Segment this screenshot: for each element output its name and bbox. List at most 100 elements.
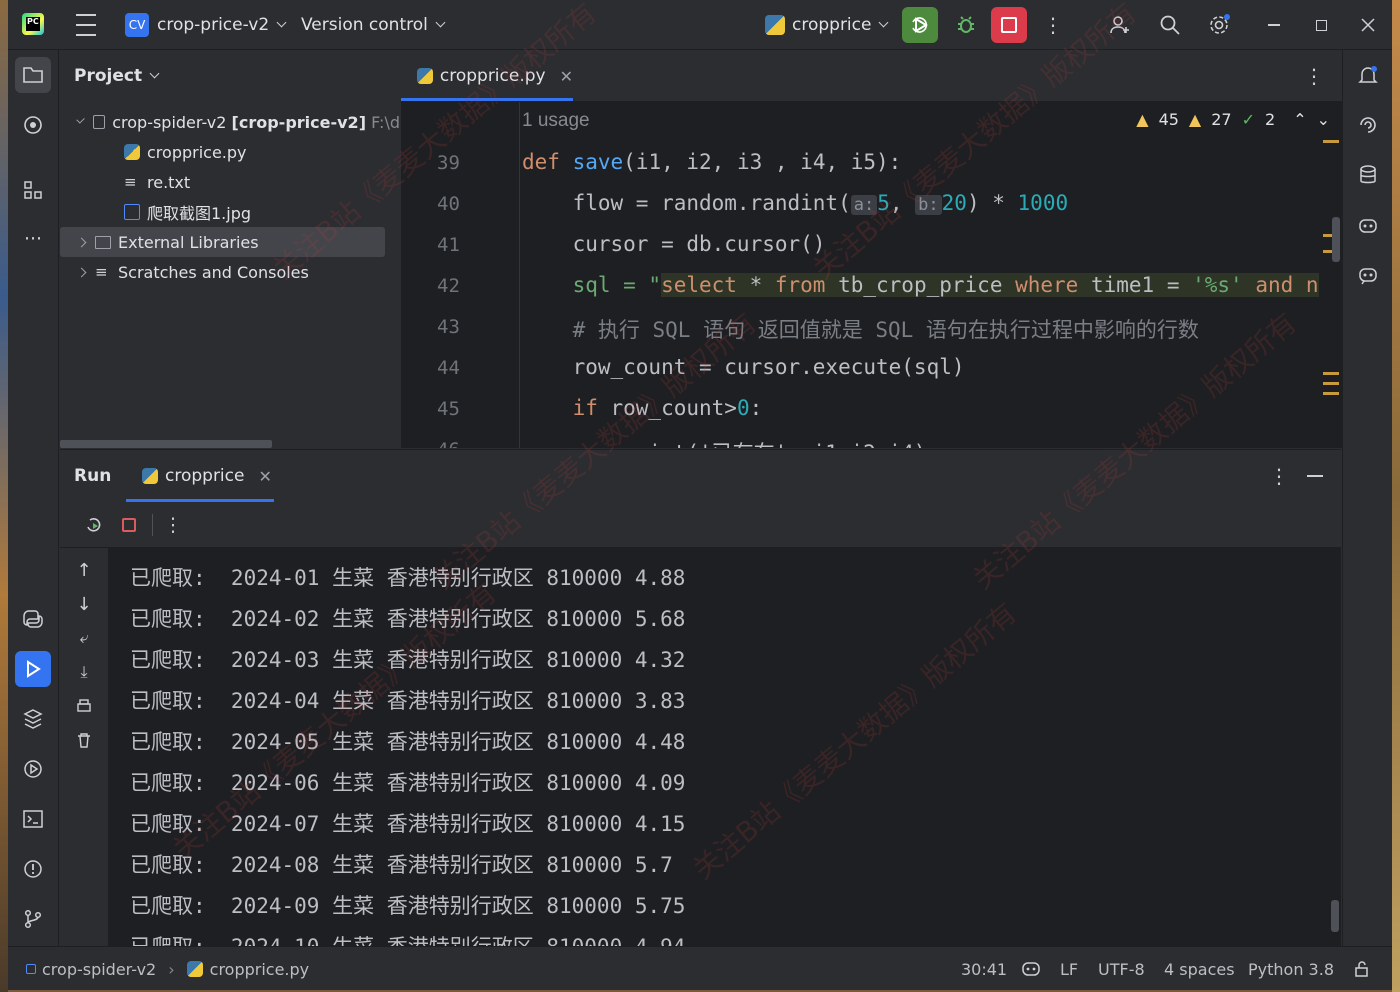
ai-chat-icon[interactable] — [1350, 107, 1386, 143]
line-number: 40 — [437, 193, 460, 215]
soft-wrap-icon[interactable]: ⤶ — [66, 620, 102, 656]
error-stripe-mark[interactable] — [1323, 392, 1339, 395]
more-actions-icon[interactable]: ⋮ — [1041, 13, 1065, 37]
search-icon[interactable] — [1158, 13, 1182, 37]
terminal-icon[interactable] — [15, 801, 51, 837]
project-tool-folder-icon[interactable] — [15, 57, 51, 93]
lock-icon[interactable] — [1353, 947, 1371, 990]
file-label: cropprice.py — [147, 142, 247, 162]
python-file-icon — [186, 961, 203, 977]
close-icon[interactable] — [1356, 13, 1380, 37]
module-icon — [26, 964, 36, 974]
horizontal-scrollbar[interactable] — [60, 440, 272, 448]
editor-more-icon[interactable]: ⋮ — [1304, 64, 1324, 88]
indent-setting[interactable]: 4 spaces — [1164, 947, 1235, 990]
breadcrumb-file[interactable]: cropprice.py — [210, 960, 310, 979]
run-tool-icon[interactable] — [15, 651, 51, 687]
line-separator[interactable]: LF — [1060, 947, 1078, 990]
run-tab-cropprice[interactable]: cropprice ✕ — [126, 450, 274, 502]
sql-keyword: and n — [1242, 273, 1319, 297]
close-run-tab-icon[interactable]: ✕ — [258, 467, 271, 486]
database-icon[interactable] — [1350, 157, 1386, 193]
tree-file-cropprice[interactable]: cropprice.py — [60, 137, 400, 167]
console-scrollbar[interactable] — [1331, 900, 1339, 932]
structure-icon[interactable] — [15, 172, 51, 208]
copilot-status-icon[interactable] — [1021, 947, 1041, 990]
console-output[interactable]: 已爬取: 2024-01 生菜 香港特别行政区 810000 4.88 已爬取:… — [108, 548, 1341, 947]
python-interpreter[interactable]: Python 3.8 — [1248, 947, 1334, 990]
minimize-icon[interactable] — [1262, 13, 1286, 37]
param-hint: a: — [850, 195, 878, 215]
chevron-down-icon — [76, 115, 85, 124]
tree-file-image[interactable]: 爬取截图1.jpg — [60, 197, 400, 227]
right-tool-stripe — [1342, 50, 1392, 946]
python-packages-icon[interactable] — [15, 701, 51, 737]
code-text: row_count> — [597, 396, 737, 420]
pycharm-logo-icon: PC — [22, 13, 44, 35]
services-icon[interactable] — [15, 751, 51, 787]
divider — [152, 514, 153, 536]
add-user-icon[interactable] — [1108, 13, 1132, 37]
sql-keyword: from — [774, 273, 826, 297]
console-line: 已爬取: 2024-04 生菜 香港特别行政区 810000 3.83 — [130, 689, 686, 713]
usage-hint[interactable]: 1 usage — [522, 110, 590, 132]
version-control-menu[interactable]: Version control — [301, 0, 446, 50]
ide-window: PC CV crop-price-v2 Version control crop… — [8, 0, 1392, 990]
run-options-icon[interactable]: ⋮ — [1269, 464, 1289, 488]
notifications-bell-icon[interactable] — [1350, 57, 1386, 93]
error-stripe-mark[interactable] — [1323, 382, 1339, 385]
editor-tab-bar: cropprice.py ✕ ⋮ — [401, 50, 1342, 102]
editor-scrollbar[interactable] — [1332, 217, 1340, 262]
file-label: re.txt — [147, 172, 191, 192]
ok-count: 2 — [1265, 110, 1276, 129]
rerun-icon[interactable] — [76, 507, 112, 543]
code-area[interactable]: 39 40 41 42 43 44 45 46 1 usage ▲ 45 ▲ 27 … — [401, 102, 1342, 448]
project-pane-header[interactable]: Project — [74, 66, 160, 86]
more-tools-icon[interactable]: ··· — [15, 221, 51, 257]
error-stripe-mark[interactable] — [1323, 372, 1339, 375]
scroll-down-arrow-icon[interactable]: ↓ — [66, 586, 102, 622]
maximize-icon[interactable] — [1309, 13, 1333, 37]
debug-button[interactable] — [948, 7, 984, 43]
error-stripe-mark[interactable] — [1323, 140, 1339, 143]
chevron-down-icon[interactable]: ⌄ — [1317, 110, 1330, 129]
editor-tab-label: cropprice.py — [439, 66, 546, 86]
tree-scratches[interactable]: ≡ Scratches and Consoles — [60, 257, 400, 287]
copilot-chat-icon[interactable] — [1350, 257, 1386, 293]
trash-icon[interactable] — [66, 722, 102, 758]
stop-process-icon[interactable] — [111, 507, 147, 543]
tree-external-libraries[interactable]: External Libraries — [60, 227, 385, 257]
editor-tab-cropprice[interactable]: cropprice.py ✕ — [401, 50, 573, 102]
rerun-button[interactable] — [902, 7, 938, 43]
inspection-widget[interactable]: ▲ 45 ▲ 27 ✓ 2 ⌃ ⌄ — [1136, 110, 1330, 129]
project-switcher[interactable]: CV crop-price-v2 — [125, 0, 287, 50]
git-icon[interactable] — [15, 901, 51, 937]
line-number: 41 — [437, 234, 460, 256]
hide-panel-icon[interactable] — [1307, 475, 1323, 477]
file-encoding[interactable]: UTF-8 — [1098, 947, 1145, 990]
print-icon[interactable] — [66, 688, 102, 724]
close-tab-icon[interactable]: ✕ — [560, 67, 573, 86]
chevron-up-icon[interactable]: ⌃ — [1293, 110, 1306, 129]
code-line-39: def save(i1, i2, i3 , i4, i5): — [522, 150, 901, 174]
breadcrumb-project[interactable]: crop-spider-v2 — [42, 960, 156, 979]
console-line: 已爬取: 2024-10 生菜 香港特别行政区 810000 4.94 — [130, 935, 686, 947]
scroll-to-end-icon[interactable]: ⤓ — [66, 654, 102, 690]
caret-position[interactable]: 30:41 — [961, 947, 1007, 990]
tree-root[interactable]: crop-spider-v2 [crop-price-v2] F:\d — [60, 107, 400, 137]
code-text: ) * — [966, 191, 1018, 215]
code-line-40: flow = random.randint(a: 5, b: 20) * 1000 — [522, 191, 1068, 215]
main-menu-icon[interactable] — [74, 0, 98, 50]
stop-button[interactable] — [991, 7, 1027, 43]
sql-string: '%s' — [1192, 273, 1243, 297]
copilot-icon[interactable] — [1350, 207, 1386, 243]
tree-file-re[interactable]: ≡ re.txt — [60, 167, 400, 197]
run-config-selector[interactable]: cropprice — [765, 0, 889, 50]
sql-keyword: where — [1015, 273, 1079, 297]
problems-icon[interactable] — [15, 851, 51, 887]
ai-assistant-icon[interactable] — [15, 107, 51, 143]
settings-gear-icon[interactable] — [1207, 13, 1231, 37]
scroll-up-arrow-icon[interactable]: ↑ — [66, 552, 102, 588]
more-run-actions-icon[interactable]: ⋮ — [155, 507, 191, 543]
python-console-icon[interactable] — [15, 601, 51, 637]
